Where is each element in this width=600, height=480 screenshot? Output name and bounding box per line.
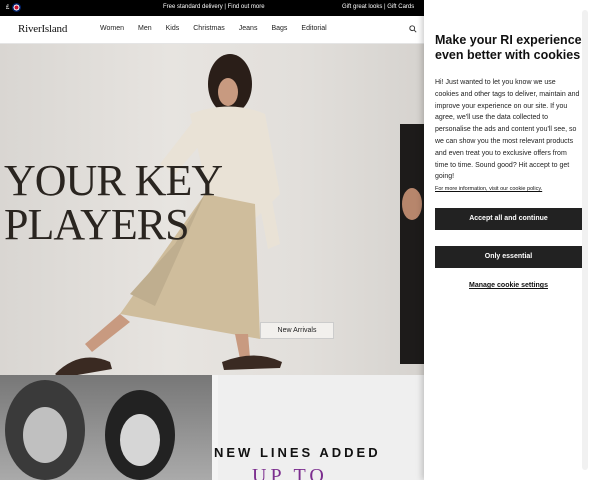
nav-item-women[interactable]: Women [100,25,124,32]
delivery-promo-link[interactable]: Free standard delivery | Find out more [163,4,265,10]
currency-symbol: £ [6,4,10,11]
nav-item-kids[interactable]: Kids [166,25,180,32]
nav-item-bags[interactable]: Bags [271,25,287,32]
only-essential-button[interactable]: Only essential [435,246,582,268]
site-logo[interactable]: RiverIsland [18,23,67,35]
main-nav: Women Men Kids Christmas Jeans Bags Edit… [100,25,327,32]
hero-headline-line1: YOUR KEY [4,156,223,205]
cookie-title: Make your RI experience even better with… [435,33,582,62]
cookie-policy-link[interactable]: For more information, visit our cookie p… [435,186,542,192]
currency-selector[interactable]: £ [6,3,22,12]
search-icon[interactable] [409,25,417,33]
hero-banner[interactable]: YOUR KEY PLAYERS New Arrivals [0,44,424,375]
kids-photo-graphic [5,380,175,480]
kids-image [0,375,212,480]
hero-headline: YOUR KEY PLAYERS [4,156,223,249]
gift-cards-link[interactable]: Gift great looks | Gift Cards [342,4,414,10]
scrollbar[interactable] [582,10,588,470]
manage-cookie-settings-link[interactable]: Manage cookie settings [435,282,582,289]
announcement-bar: £ Free standard delivery | Find out more… [0,0,424,16]
nav-item-christmas[interactable]: Christmas [193,25,225,32]
secondary-banner[interactable]: NEW LINES ADDED UP TO [0,375,424,480]
site-header: RiverIsland Women Men Kids Christmas Jea… [0,16,424,44]
uk-flag-icon [12,3,22,12]
new-lines-title: NEW LINES ADDED [214,445,381,460]
cookie-consent-panel: Make your RI experience even better with… [424,0,600,480]
new-arrivals-button[interactable]: New Arrivals [260,322,334,339]
up-to-text: UP TO [252,465,328,480]
nav-item-jeans[interactable]: Jeans [239,25,258,32]
cookie-body-text: Hi! Just wanted to let you know we use c… [435,79,580,181]
nav-item-men[interactable]: Men [138,25,152,32]
nav-item-editorial[interactable]: Editorial [301,25,326,32]
hero-headline-line2: PLAYERS [4,200,190,249]
accept-all-button[interactable]: Accept all and continue [435,208,582,230]
